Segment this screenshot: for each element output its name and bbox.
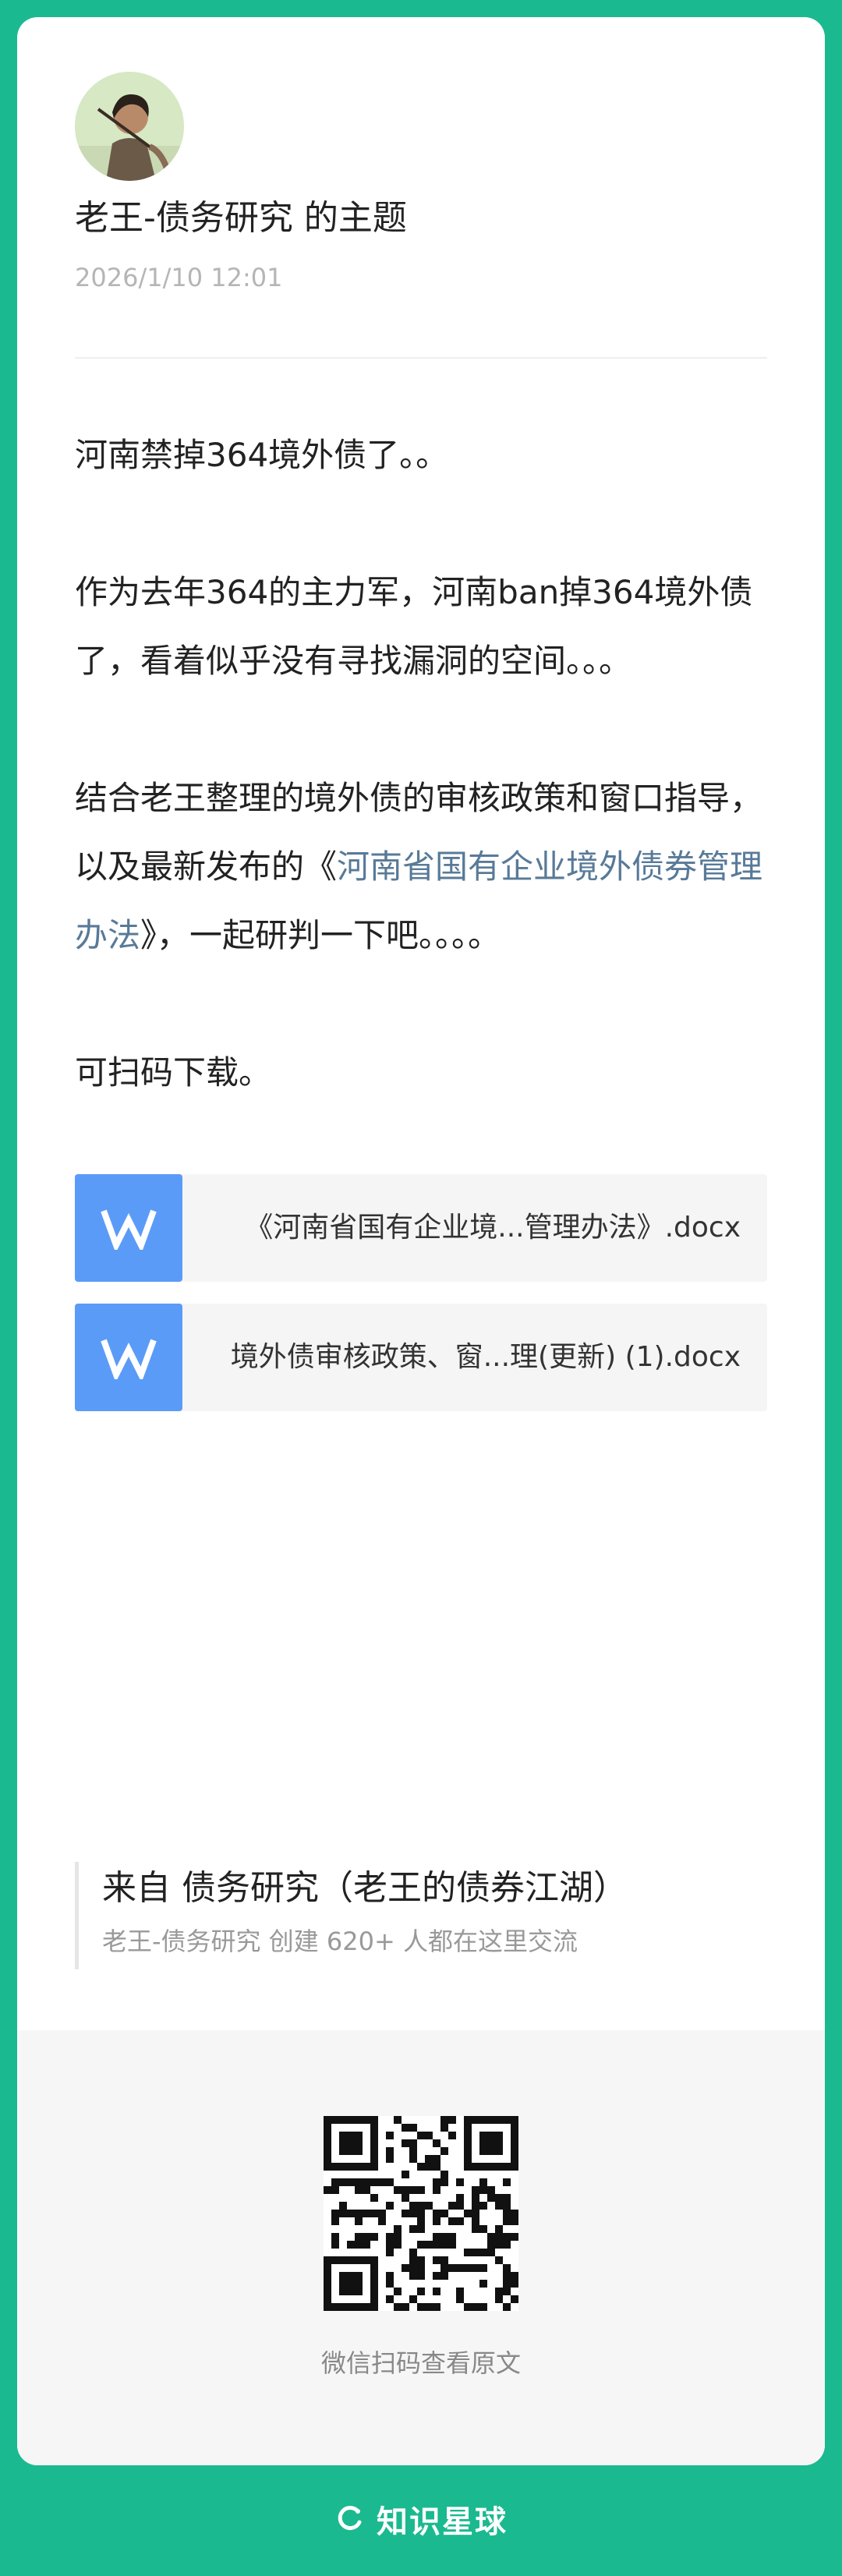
post-body: 河南禁掉364境外债了。。 作为去年364的主力军，河南ban掉364境外债了，… [75,421,767,1107]
divider [75,357,767,359]
post-paragraph: 河南禁掉364境外债了。。 [75,436,449,474]
group-name: 来自 债务研究（老王的债券江湖） [102,1868,628,1908]
qr-caption: 微信扫码查看原文 [320,2348,521,2378]
brand-name: 知识星球 [377,2504,508,2540]
wps-writer-icon [75,1304,182,1411]
file-name: 境外债审核政策、窗...理(更新) (1).docx [230,1341,741,1373]
author-title[interactable]: 老王-债务研究 的主题 [75,195,407,242]
post-paragraph: 作为去年364的主力军，河南ban掉364境外债了，看着似乎没有寻找漏洞的空间。… [75,558,767,695]
post-card: 老王-债务研究 的主题 2026/1/10 12:01 河南禁掉364境外债了。… [17,17,825,2465]
group-source[interactable]: 来自 债务研究（老王的债券江湖） 老王-债务研究 创建 620+ 人都在这里交流 [75,1862,749,1969]
post-date: 2026/1/10 12:01 [75,263,283,292]
file-name: 《河南省国有企业境...管理办法》.docx [245,1212,741,1244]
post-text: 》，一起研判一下吧。。。。 [140,916,501,954]
qr-code [324,2116,518,2311]
wps-writer-icon [75,1174,182,1282]
file-attachment[interactable]: 《河南省国有企业境...管理办法》.docx [75,1174,767,1282]
post-paragraph: 可扫码下载。 [75,1053,272,1092]
author-avatar[interactable] [75,72,184,181]
brand-footer: 知识星球 [0,2492,842,2546]
group-info: 老王-债务研究 创建 620+ 人都在这里交流 [102,1927,578,1956]
qr-section: 微信扫码查看原文 [17,2030,825,2465]
brand-logo-icon [338,2506,362,2531]
file-attachment[interactable]: 境外债审核政策、窗...理(更新) (1).docx [75,1304,767,1411]
post-paragraph: 结合老王整理的境外债的审核政策和窗口指导，以及最新发布的《河南省国有企业境外债券… [75,764,767,970]
post-text: 作为去年364的主力军，河南ban掉364境外债了，看着似乎没有寻找漏洞的空间。… [75,573,753,680]
